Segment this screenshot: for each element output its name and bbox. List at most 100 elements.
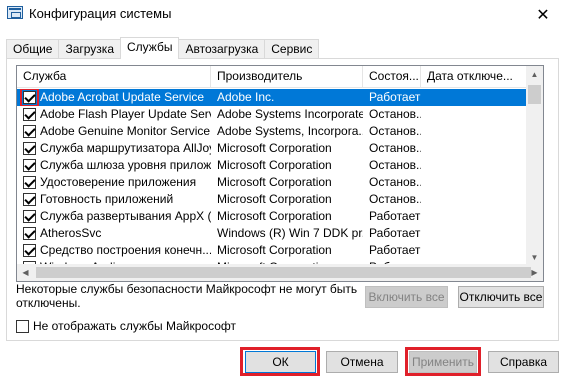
column-header-manufacturer[interactable]: Производитель xyxy=(211,66,363,88)
table-row[interactable]: Adobe Acrobat Update Service Adobe Inc. Ра… xyxy=(17,89,527,106)
service-status: Работает xyxy=(369,243,421,257)
service-name-cell: Служба шлюза уровня прилож... xyxy=(17,157,211,174)
service-checkbox[interactable] xyxy=(23,210,36,223)
service-name: Служба маршрутизатора AllJoyn xyxy=(40,141,211,155)
security-services-note: Некоторые службы безопасности Майкрософт… xyxy=(16,282,358,310)
service-manufacturer: Adobe Systems, Incorpora... xyxy=(217,124,363,138)
service-date-disabled xyxy=(421,123,527,140)
table-row[interactable]: Adobe Genuine Monitor Service Adobe Syste… xyxy=(17,123,527,140)
service-name: Adobe Flash Player Update Service xyxy=(40,107,211,121)
service-name: Служба шлюза уровня прилож... xyxy=(40,158,211,172)
tab-general[interactable]: Общие xyxy=(6,39,60,59)
service-checkbox[interactable] xyxy=(23,159,36,172)
service-status: Останов... xyxy=(369,141,421,155)
service-name: Удостоверение приложения xyxy=(40,175,197,189)
service-name-cell: Средство построения конечн... xyxy=(17,242,211,259)
service-checkbox[interactable] xyxy=(23,142,36,155)
service-checkbox[interactable] xyxy=(23,108,36,121)
table-row[interactable]: Готовность приложений Microsoft Corporati… xyxy=(17,191,527,208)
list-header: Служба Производитель Состоя... Дата откл… xyxy=(17,66,527,88)
service-status: Останов... xyxy=(369,158,421,172)
tab-startup[interactable]: Автозагрузка xyxy=(178,39,266,59)
table-row[interactable]: Служба шлюза уровня прилож... Microsoft C… xyxy=(17,157,527,174)
service-manufacturer: Microsoft Corporation xyxy=(217,192,332,206)
table-row[interactable]: Удостоверение приложения Microsoft Corpor… xyxy=(17,174,527,191)
horizontal-scroll-thumb[interactable] xyxy=(36,267,531,278)
service-name-cell: Удостоверение приложения xyxy=(17,174,211,191)
service-name-cell: Служба развертывания AppX (... xyxy=(17,208,211,225)
tab-tools[interactable]: Сервис xyxy=(264,39,320,59)
service-manufacturer: Windows (R) Win 7 DDK pr... xyxy=(217,226,363,240)
service-date-disabled xyxy=(421,89,527,106)
hide-microsoft-services-label: Не отображать службы Майкрософт xyxy=(33,319,237,333)
cancel-button[interactable]: Отмена xyxy=(326,351,398,373)
column-header-date-disabled[interactable]: Дата отключе... xyxy=(421,66,527,88)
disable-all-button[interactable]: Отключить все xyxy=(458,286,544,308)
service-name: Adobe Acrobat Update Service xyxy=(40,90,205,104)
table-row[interactable]: Средство построения конечн... Microsoft C… xyxy=(17,242,527,259)
service-date-disabled xyxy=(421,140,527,157)
table-row[interactable]: Adobe Flash Player Update Service Adobe S… xyxy=(17,106,527,123)
service-date-disabled xyxy=(421,174,527,191)
service-manufacturer: Microsoft Corporation xyxy=(217,175,332,189)
apply-button[interactable]: Применить xyxy=(409,351,477,373)
service-date-disabled xyxy=(421,157,527,174)
table-row[interactable]: Служба развертывания AppX (... Microsoft … xyxy=(17,208,527,225)
service-checkbox[interactable] xyxy=(23,176,36,189)
column-header-service[interactable]: Служба xyxy=(17,66,211,88)
service-date-disabled xyxy=(421,208,527,225)
service-name-cell: Adobe Acrobat Update Service xyxy=(17,89,211,106)
help-button[interactable]: Справка xyxy=(488,351,559,373)
service-status: Работает xyxy=(369,209,421,223)
service-name: Adobe Genuine Monitor Service xyxy=(40,124,211,138)
table-row[interactable]: Служба маршрутизатора AllJoyn Microsoft C… xyxy=(17,140,527,157)
service-date-disabled xyxy=(421,191,527,208)
service-checkbox[interactable] xyxy=(23,125,36,138)
tab-strip: Общие Загрузка Службы Автозагрузка Серви… xyxy=(6,37,320,59)
service-manufacturer: Adobe Systems Incorporated xyxy=(217,107,363,121)
service-status: Останов... xyxy=(369,192,421,206)
tab-services[interactable]: Службы xyxy=(120,37,180,59)
service-status: Останов... xyxy=(369,124,421,138)
table-row[interactable]: AtherosSvc Windows (R) Win 7 DDK pr... Раб… xyxy=(17,225,527,242)
hide-microsoft-services-checkbox[interactable]: Не отображать службы Майкрософт xyxy=(16,319,236,333)
checkbox-box[interactable] xyxy=(16,319,29,333)
services-list[interactable]: Служба Производитель Состоя... Дата откл… xyxy=(16,65,544,282)
service-manufacturer: Microsoft Corporation xyxy=(217,243,332,257)
service-status: Работает xyxy=(369,226,421,240)
column-header-status[interactable]: Состоя... xyxy=(363,66,421,88)
service-status: Останов... xyxy=(369,175,421,189)
service-date-disabled xyxy=(421,225,527,242)
service-status: Останов... xyxy=(369,107,421,121)
window-title: Конфигурация системы xyxy=(29,6,172,21)
enable-all-button[interactable]: Включить все xyxy=(365,286,448,308)
service-checkbox[interactable] xyxy=(23,227,36,240)
left-arrow-icon[interactable]: ◀ xyxy=(17,264,34,281)
service-name: Готовность приложений xyxy=(40,192,174,206)
horizontal-scrollbar[interactable]: ◀ ▶ xyxy=(17,264,543,281)
list-rows: Adobe Acrobat Update Service Adobe Inc. Ра… xyxy=(17,89,527,281)
service-manufacturer: Microsoft Corporation xyxy=(217,141,332,155)
title-bar: Конфигурация системы ✕ xyxy=(0,0,566,30)
service-name-cell: Adobe Genuine Monitor Service xyxy=(17,123,211,140)
service-date-disabled xyxy=(421,106,527,123)
service-checkbox[interactable] xyxy=(23,193,36,206)
tab-boot[interactable]: Загрузка xyxy=(58,39,121,59)
service-status: Работает xyxy=(369,90,421,104)
service-name-cell: Служба маршрутизатора AllJoyn xyxy=(17,140,211,157)
service-name: Служба развертывания AppX (... xyxy=(40,209,211,223)
service-name: Средство построения конечн... xyxy=(40,243,211,257)
vertical-scroll-thumb[interactable] xyxy=(528,85,541,104)
right-arrow-icon[interactable]: ▶ xyxy=(526,264,543,281)
up-arrow-icon[interactable]: ▲ xyxy=(526,66,543,83)
service-name: AtherosSvc xyxy=(40,226,102,240)
service-checkbox[interactable] xyxy=(20,89,39,106)
vertical-scrollbar[interactable]: ▲ ▼ xyxy=(526,66,543,266)
ok-button[interactable]: ОК xyxy=(245,351,316,373)
service-manufacturer: Microsoft Corporation xyxy=(217,209,332,223)
service-checkbox[interactable] xyxy=(23,244,36,257)
close-button[interactable]: ✕ xyxy=(520,0,566,30)
msconfig-app-icon xyxy=(7,6,23,19)
service-name-cell: Adobe Flash Player Update Service xyxy=(17,106,211,123)
service-name-cell: Готовность приложений xyxy=(17,191,211,208)
